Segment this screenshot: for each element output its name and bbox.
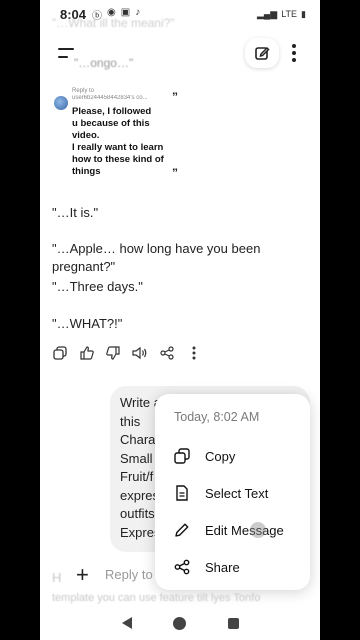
menu-item-edit-message[interactable]: Edit Message <box>155 512 310 548</box>
avatar <box>54 96 68 110</box>
share-button[interactable] <box>159 345 175 361</box>
reply-input[interactable]: Reply to <box>105 567 165 582</box>
new-chat-button[interactable] <box>245 38 279 68</box>
share-icon <box>160 346 174 360</box>
pencil-icon <box>172 520 192 540</box>
nav-home-button[interactable] <box>173 616 186 630</box>
copy-icon <box>53 346 67 360</box>
quote-mark: ” <box>172 166 178 180</box>
more-actions-button[interactable] <box>186 345 202 361</box>
composer: + Reply to <box>40 556 320 596</box>
nav-back-button[interactable] <box>121 617 132 629</box>
more-options-button[interactable] <box>284 40 304 66</box>
speaker-icon <box>132 346 147 360</box>
thumbs-down-icon <box>106 346 121 360</box>
nav-recents-button[interactable] <box>227 617 239 629</box>
system-nav-bar <box>40 606 320 640</box>
quote-mark: ” <box>172 90 178 104</box>
story-line: "…Three days." <box>52 279 143 294</box>
more-dot <box>292 58 296 62</box>
menu-item-select-text[interactable]: Select Text <box>155 475 310 511</box>
more-dot <box>292 51 296 55</box>
story-line: "…It is." <box>52 205 99 220</box>
menu-icon <box>58 48 74 50</box>
app-screen: 8:04 ⓑ ◉ ▣ ♪ ▂▄▆ LTE ▮ "…What ill the me… <box>40 0 320 640</box>
copy-button[interactable] <box>52 345 68 361</box>
vertical-dots-icon <box>192 346 196 360</box>
thumbs-up-icon <box>80 346 94 360</box>
message-actions <box>52 344 202 362</box>
menu-item-label: Copy <box>205 448 236 464</box>
more-dot <box>292 44 296 48</box>
menu-item-label: Select Text <box>205 485 269 501</box>
reply-label: Reply to <box>72 88 95 94</box>
dislike-button[interactable] <box>106 345 122 361</box>
add-attachment-button[interactable]: + <box>76 564 89 586</box>
reply-comment-text: Please, I followed u because of this vid… <box>72 106 164 177</box>
faded-text-bottom: template you can use feature tilt lyes T… <box>52 592 261 604</box>
copy-icon <box>172 446 192 466</box>
touch-indicator <box>250 522 266 538</box>
menu-item-label: Edit Message <box>205 522 284 538</box>
document-icon <box>172 483 192 503</box>
menu-item-copy[interactable]: Copy <box>155 438 310 474</box>
menu-button[interactable] <box>56 44 80 64</box>
edit-icon <box>255 46 270 60</box>
faded-text-top: "…What ill the meani?" <box>52 16 175 30</box>
message-timestamp: Today, 8:02 AM <box>174 410 260 424</box>
story-line: "…Apple… how long have you been pregnant… <box>52 241 261 274</box>
story-line: "…WHAT?!" <box>52 316 123 331</box>
menu-icon-line <box>58 56 68 58</box>
reply-username: user6b244458442834's co... <box>72 95 148 101</box>
like-button[interactable] <box>79 345 95 361</box>
faded-text-top-2: "…ongo…" <box>74 56 134 70</box>
read-aloud-button[interactable] <box>132 345 148 361</box>
